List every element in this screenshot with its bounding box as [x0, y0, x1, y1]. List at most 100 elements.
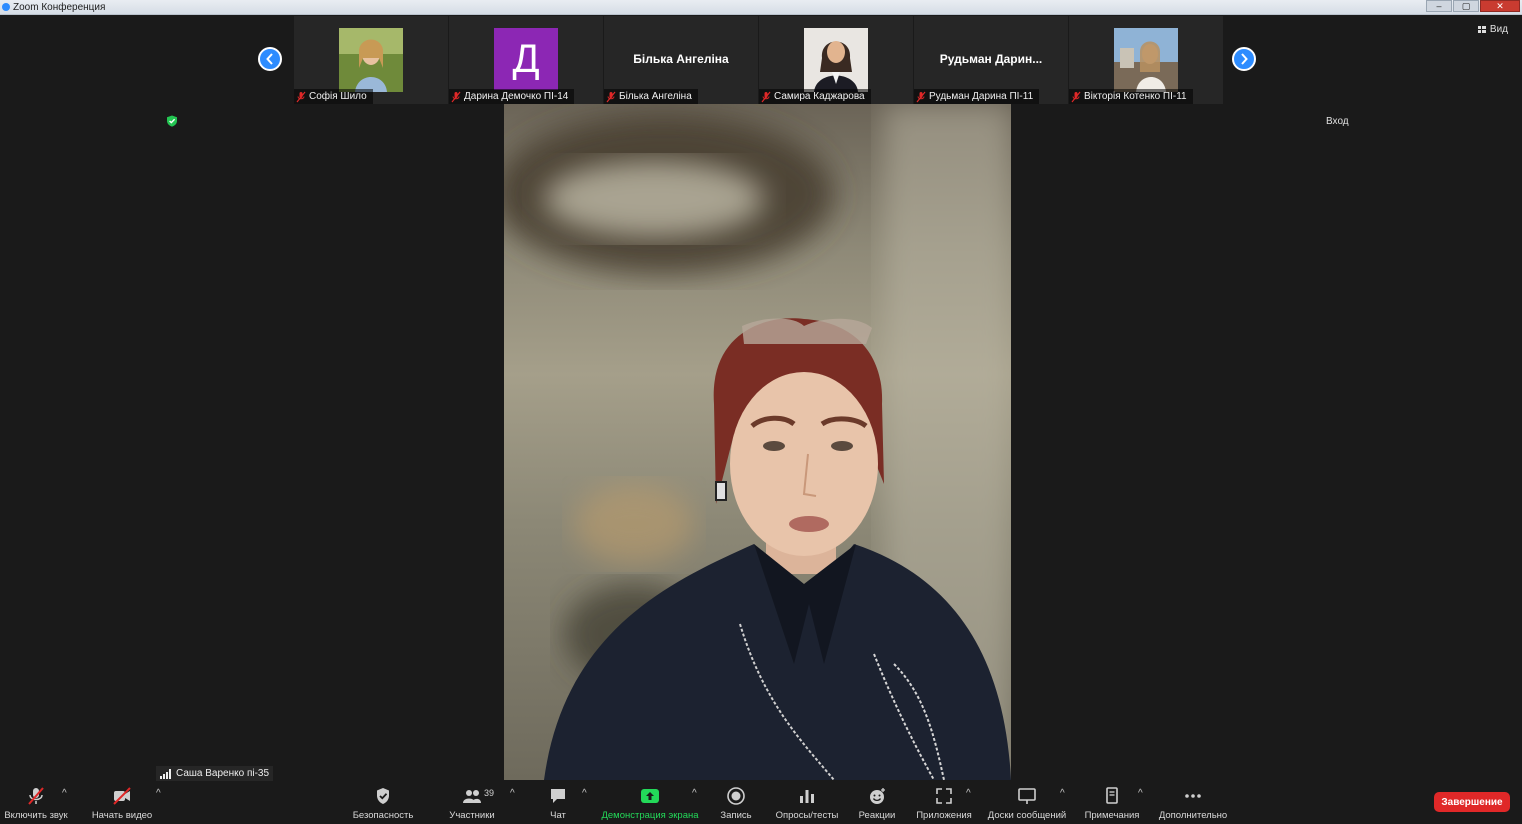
mic-muted-icon	[606, 91, 616, 102]
participant-display-name: Рудьман Дарин...	[939, 52, 1043, 66]
participant-name: Вікторія Котенко ПІ-11	[1084, 91, 1187, 102]
gallery-prev-button[interactable]	[258, 47, 282, 71]
participants-label: Участники	[449, 810, 495, 821]
more-label: Дополнительно	[1158, 810, 1228, 821]
polls-button[interactable]: Опросы/тесты	[772, 784, 842, 822]
notes-button[interactable]: Примечания	[1082, 784, 1142, 822]
shield-icon	[377, 788, 389, 804]
participant-strip: Софія Шило Д Дарина Демочко ПІ-14 Білька…	[294, 16, 1223, 104]
more-button[interactable]: Дополнительно	[1156, 784, 1230, 822]
chevron-left-icon	[266, 53, 273, 65]
self-view-name: Саша Варенко пі-35	[176, 768, 270, 779]
apps-options-chevron-icon[interactable]: ^	[966, 788, 971, 799]
reactions-label: Реакции	[858, 810, 896, 821]
security-label: Безопасность	[352, 810, 414, 821]
participant-tile[interactable]: Вікторія Котенко ПІ-11	[1069, 16, 1223, 104]
participants-icon	[463, 790, 481, 803]
participant-photo	[1114, 28, 1178, 92]
participant-nameplate: Вікторія Котенко ПІ-11	[1069, 89, 1193, 104]
whiteboards-label: Доски сообщений	[987, 810, 1067, 821]
participant-name: Софія Шило	[309, 91, 367, 102]
share-screen-label: Демонстрация экрана	[601, 810, 699, 821]
mic-muted-icon	[916, 91, 926, 102]
apps-label: Приложения	[916, 810, 972, 821]
participant-nameplate: Самира Каджарова	[759, 89, 871, 104]
participant-name: Білька Ангеліна	[619, 91, 692, 102]
whiteboards-options-chevron-icon[interactable]: ^	[1060, 788, 1065, 799]
participant-initial-avatar: Д	[494, 28, 558, 90]
view-button[interactable]: Вид	[1477, 24, 1508, 35]
chat-button[interactable]: Чат	[540, 784, 576, 822]
start-video-label: Начать видео	[91, 810, 153, 821]
active-speaker-video[interactable]	[504, 104, 1011, 780]
self-view-nameplate: Саша Варенко пі-35	[156, 766, 274, 781]
speaker-video-frame	[504, 104, 1011, 780]
signal-strength-icon	[160, 768, 171, 779]
apps-icon	[936, 788, 952, 804]
notes-icon	[1106, 787, 1118, 804]
participant-name: Дарина Демочко ПІ-14	[464, 91, 569, 102]
participant-tile[interactable]: Рудьман Дарин... Рудьман Дарина ПІ-11	[914, 16, 1068, 104]
participant-display-name: Білька Ангеліна	[633, 52, 729, 66]
unmute-button[interactable]: Включить звук	[2, 784, 70, 822]
bar-chart-icon	[800, 790, 814, 803]
participant-photo	[339, 28, 403, 92]
close-button[interactable]: ✕	[1480, 0, 1520, 12]
more-dots-icon	[1185, 794, 1201, 798]
participants-count: 39	[484, 788, 495, 798]
participant-tile[interactable]: Д Дарина Демочко ПІ-14	[449, 16, 603, 104]
mic-muted-icon	[1071, 91, 1081, 102]
share-screen-button[interactable]: Демонстрация экрана	[598, 784, 702, 822]
participant-nameplate: Софія Шило	[294, 89, 373, 104]
minimize-button[interactable]: –	[1426, 0, 1452, 12]
chevron-right-icon	[1241, 53, 1248, 65]
participant-tile[interactable]: Софія Шило	[294, 16, 448, 104]
record-label: Запись	[720, 810, 752, 821]
window-title: Zoom Конференция	[13, 1, 106, 13]
chat-icon	[551, 789, 565, 803]
start-video-button[interactable]: Начать видео	[90, 784, 154, 822]
security-button[interactable]: Безопасность	[350, 784, 416, 822]
participant-photo	[804, 28, 868, 92]
participant-name: Самира Каджарова	[774, 91, 865, 102]
share-options-chevron-icon[interactable]: ^	[692, 788, 697, 799]
meeting-toolbar: Включить звук ^ Начать видео ^ Безопасно…	[0, 782, 1522, 824]
reactions-button[interactable]: Реакции	[856, 784, 898, 822]
zoom-app-icon	[2, 3, 10, 11]
record-icon	[727, 787, 745, 805]
grid-view-icon	[1477, 26, 1486, 33]
encryption-shield-icon[interactable]	[166, 115, 178, 127]
apps-button[interactable]: Приложения	[914, 784, 974, 822]
notes-label: Примечания	[1084, 810, 1140, 821]
polls-label: Опросы/тесты	[775, 810, 839, 821]
participant-nameplate: Білька Ангеліна	[604, 89, 698, 104]
notes-options-chevron-icon[interactable]: ^	[1138, 788, 1143, 799]
video-off-icon	[113, 787, 131, 805]
participant-tile[interactable]: Самира Каджарова	[759, 16, 913, 104]
audio-options-chevron-icon[interactable]: ^	[62, 788, 67, 799]
participant-nameplate: Рудьман Дарина ПІ-11	[914, 89, 1040, 104]
end-meeting-button[interactable]: Завершение	[1434, 792, 1510, 812]
smiley-icon	[870, 788, 885, 804]
view-label: Вид	[1489, 24, 1508, 35]
participant-nameplate: Дарина Демочко ПІ-14	[449, 89, 575, 104]
mic-muted-icon	[451, 91, 461, 102]
participants-options-chevron-icon[interactable]: ^	[510, 788, 515, 799]
record-button[interactable]: Запись	[716, 784, 756, 822]
mic-muted-icon	[28, 787, 44, 805]
mic-muted-icon	[761, 91, 771, 102]
maximize-button[interactable]: ▢	[1453, 0, 1479, 12]
enter-label[interactable]: Вход	[1326, 116, 1349, 127]
participant-tile[interactable]: Білька Ангеліна Білька Ангеліна	[604, 16, 758, 104]
window-titlebar: Zoom Конференция – ▢ ✕	[0, 0, 1522, 15]
video-options-chevron-icon[interactable]: ^	[156, 788, 161, 799]
gallery-next-button[interactable]	[1232, 47, 1256, 71]
chat-options-chevron-icon[interactable]: ^	[582, 788, 587, 799]
unmute-label: Включить звук	[4, 810, 68, 821]
window-controls: – ▢ ✕	[1425, 0, 1520, 14]
chat-label: Чат	[550, 810, 566, 821]
participant-name: Рудьман Дарина ПІ-11	[929, 91, 1034, 102]
whiteboard-icon	[1018, 788, 1036, 804]
share-screen-icon	[641, 789, 659, 803]
whiteboards-button[interactable]: Доски сообщений	[984, 784, 1070, 822]
